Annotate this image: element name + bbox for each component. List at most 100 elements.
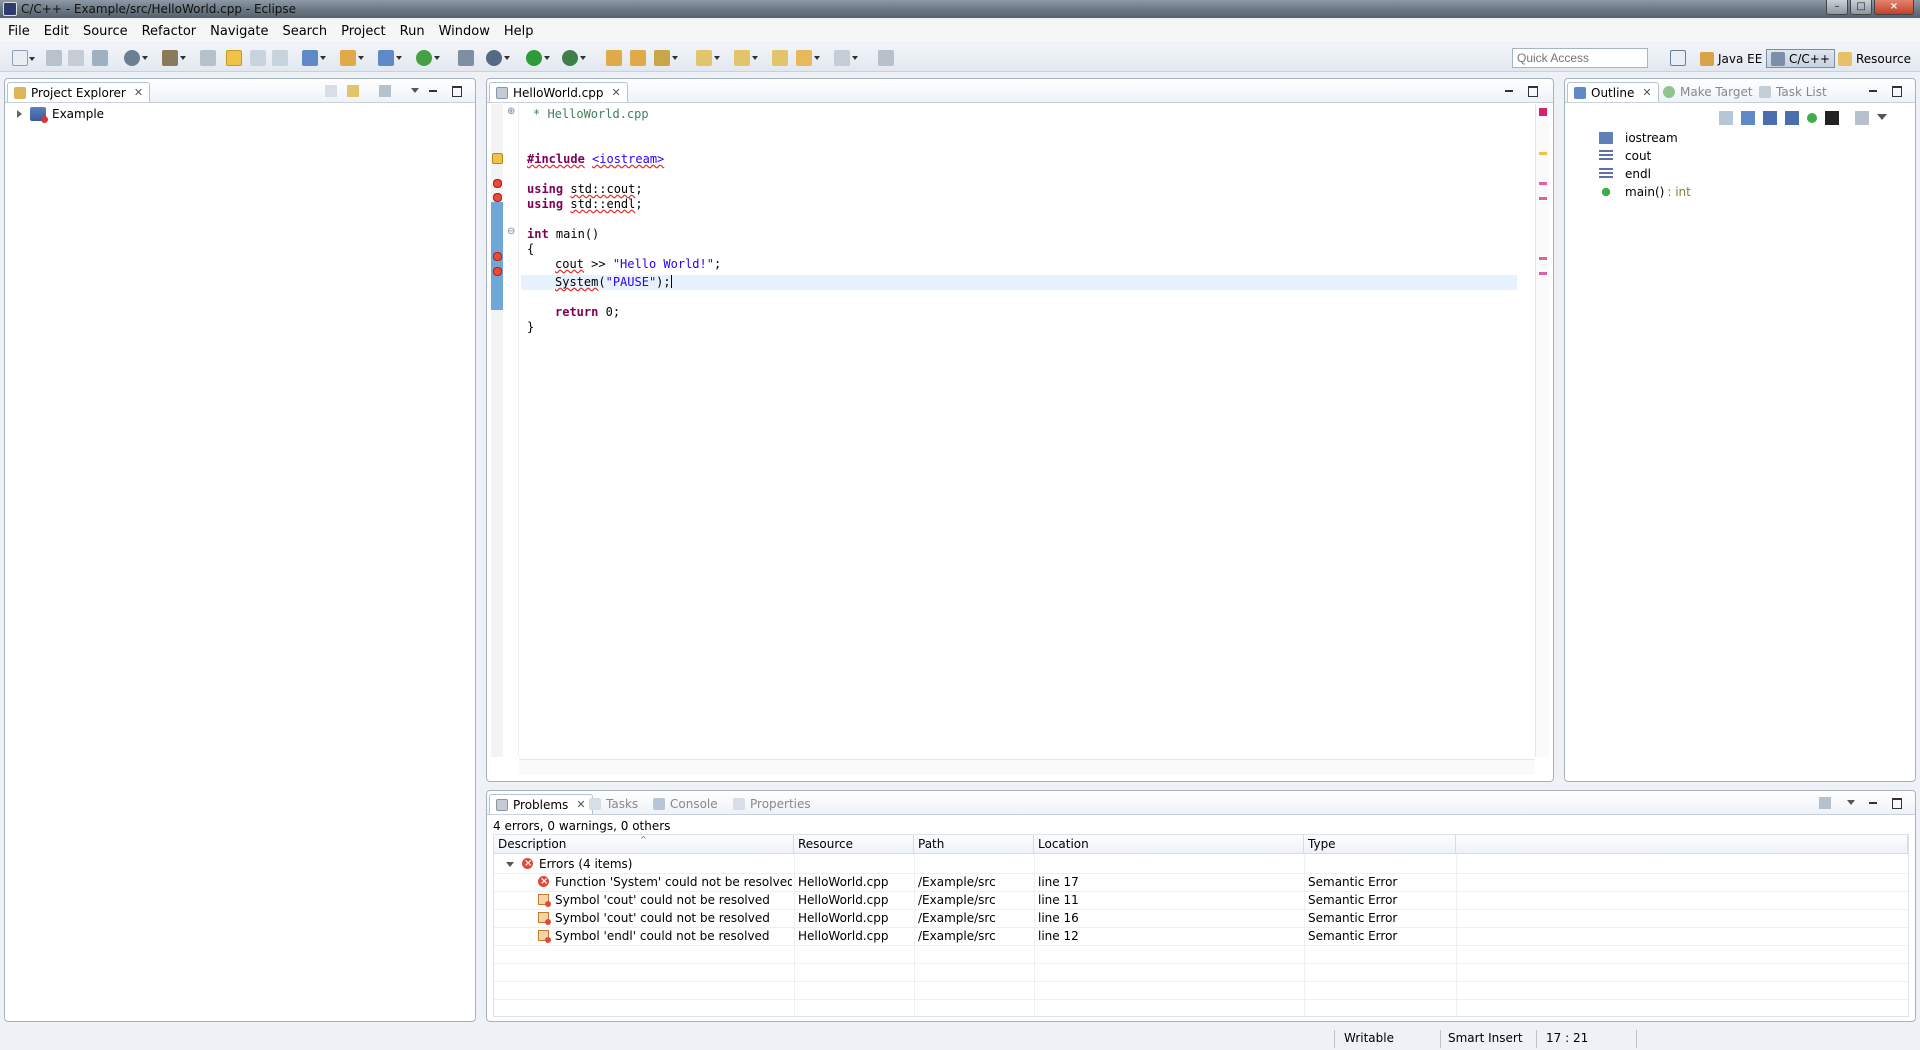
error-group-row[interactable]: Errors (4 items) [502,855,792,873]
view-menu-icon[interactable] [1845,797,1857,809]
next-annotation-icon[interactable] [696,50,720,66]
menu-run[interactable]: Run [400,24,425,39]
new-class-icon[interactable] [302,50,326,66]
collapse-all-icon[interactable] [325,85,337,97]
overview-error-indicator[interactable] [1539,108,1547,116]
minimize-window-button[interactable]: – [1826,0,1848,15]
last-edit-icon[interactable] [772,50,788,66]
tab-task-list[interactable]: Task List [1753,82,1833,102]
debug-icon[interactable] [486,50,510,66]
tab-outline[interactable]: Outline ✕ [1567,82,1659,102]
hide-fields-icon[interactable] [1763,111,1777,125]
collapse-fold-icon[interactable]: ⊖ [507,226,515,237]
forward-icon[interactable] [834,50,858,66]
save-all-icon[interactable] [68,50,84,66]
outline-item-endl[interactable]: endl [1599,167,1651,181]
menu-search[interactable]: Search [282,24,327,39]
error-marker-icon[interactable] [492,192,503,203]
overview-error-mark[interactable] [1539,257,1547,260]
menu-source[interactable]: Source [83,24,128,39]
tab-problems[interactable]: Problems ✕ [489,794,593,814]
view-menu-icon[interactable] [409,85,421,97]
refresh-icon[interactable] [416,50,440,66]
error-marker-icon[interactable] [492,178,503,189]
new-icon[interactable] [12,50,35,66]
column-path[interactable]: Path [914,835,1034,854]
new-folder-icon[interactable] [340,50,364,66]
new-file-icon[interactable] [378,50,402,66]
menu-file[interactable]: File [8,24,30,39]
open-type-icon[interactable] [606,50,622,66]
skip-breakpoints-icon[interactable] [458,50,474,66]
vertical-scrollbar[interactable] [1535,104,1549,757]
filter-icon[interactable] [379,85,391,97]
maximize-icon[interactable] [1527,85,1539,97]
menu-navigate[interactable]: Navigate [210,24,268,39]
overview-warning-mark[interactable] [1539,152,1547,155]
tab-make-target[interactable]: Make Target [1657,82,1759,102]
show-whitespace-icon[interactable] [272,50,288,66]
previous-annotation-icon[interactable] [734,50,758,66]
close-icon[interactable]: ✕ [1642,86,1651,99]
menu-project[interactable]: Project [341,24,385,39]
tab-console[interactable]: Console [647,794,724,814]
maximize-icon[interactable] [1891,85,1903,97]
hide-macros-icon[interactable] [1825,111,1839,125]
open-resource-icon[interactable] [630,50,646,66]
tree-item-example[interactable]: Example [17,107,104,123]
tab-tasks[interactable]: Tasks [583,794,644,814]
outline-item-iostream[interactable]: iostream [1599,131,1678,145]
minimize-icon[interactable] [1867,797,1879,809]
collapse-arrow-icon[interactable] [506,862,514,867]
print-icon[interactable] [92,50,108,66]
toggle-block-icon[interactable] [250,50,266,66]
pin-editor-icon[interactable] [878,50,894,66]
horizontal-scrollbar[interactable] [519,759,1535,775]
code-editor[interactable]: ⊕ ⊖ * HelloWorld.cpp #include <iostream>… [491,104,1549,777]
folding-ruler[interactable] [505,104,519,757]
column-location[interactable]: Location [1034,835,1304,854]
debug-build-icon[interactable] [200,50,216,66]
tab-helloworld-cpp[interactable]: HelloWorld.cpp ✕ [489,82,628,102]
back-icon[interactable] [796,50,820,66]
collapse-all-icon[interactable] [1719,111,1733,125]
expand-fold-icon[interactable]: ⊕ [507,106,515,117]
column-resource[interactable]: Resource [794,835,914,854]
open-perspective-icon[interactable] [1670,50,1686,66]
warning-marker-icon[interactable] [492,153,503,164]
mark-occurrences-icon[interactable] [226,50,242,66]
gear-icon[interactable] [124,50,148,66]
link-with-editor-icon[interactable] [347,85,359,97]
close-icon[interactable]: ✕ [134,86,143,99]
filter-icon[interactable] [1855,111,1869,125]
build-icon[interactable] [162,50,186,66]
close-window-button[interactable]: × [1874,0,1914,15]
error-marker-icon[interactable] [492,266,503,277]
view-menu-icon[interactable] [1877,114,1887,120]
run-icon[interactable] [526,50,550,66]
perspective-resource[interactable]: Resource [1834,49,1915,68]
column-type[interactable]: Type [1304,835,1456,854]
perspective-java-ee[interactable]: Java EE [1696,49,1766,68]
overview-error-mark[interactable] [1539,197,1547,200]
tab-project-explorer[interactable]: Project Explorer ✕ [7,82,151,102]
outline-item-main[interactable]: main() : int [1599,185,1691,199]
problems-table[interactable]: Description Resource Path Location Type … [493,834,1909,1017]
maximize-icon[interactable] [1891,797,1903,809]
tab-properties[interactable]: Properties [727,794,817,814]
sort-icon[interactable] [1741,111,1755,125]
save-icon[interactable] [46,50,62,66]
menu-refactor[interactable]: Refactor [142,24,197,39]
menu-window[interactable]: Window [439,24,490,39]
maximize-icon[interactable] [451,85,463,97]
overview-error-mark[interactable] [1539,182,1547,185]
error-marker-icon[interactable] [492,251,503,262]
perspective-cpp[interactable]: C/C++ [1766,49,1835,68]
expand-arrow-icon[interactable] [17,110,22,118]
minimize-icon[interactable] [1867,85,1879,97]
hide-non-public-icon[interactable] [1807,113,1817,123]
menu-edit[interactable]: Edit [44,24,69,39]
search-icon[interactable] [654,50,678,66]
minimize-icon[interactable] [427,85,439,97]
overview-error-mark[interactable] [1539,272,1547,275]
